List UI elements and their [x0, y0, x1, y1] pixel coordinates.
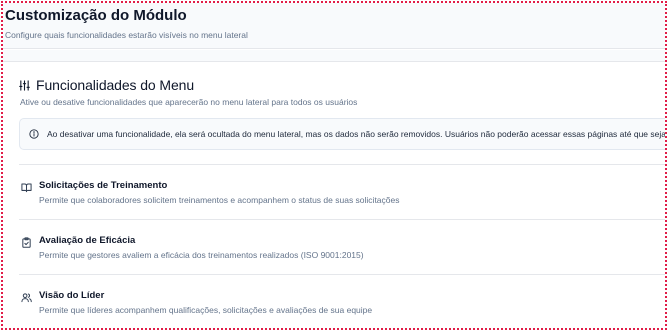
divider [19, 219, 665, 220]
page-header: Customização do Módulo Configure quais f… [3, 3, 665, 49]
divider [19, 164, 665, 165]
feature-description: Permite que colaboradores solicitem trei… [39, 195, 400, 205]
feature-description: Permite que gestores avaliem a eficácia … [39, 250, 364, 260]
section-header: Funcionalidades do Menu [19, 77, 194, 93]
feature-description: Permite que líderes acompanhem qualifica… [39, 305, 373, 315]
feature-item-effectiveness-evaluation[interactable]: Avaliação de Eficácia Permite que gestor… [19, 235, 659, 275]
clipboard-check-icon [22, 237, 31, 248]
sliders-icon [19, 79, 30, 91]
feature-title: Solicitações de Treinamento [39, 180, 168, 191]
section-description: Ative ou desative funcionalidades que ap… [20, 97, 358, 107]
alert-text: Ao desativar uma funcionalidade, ela ser… [47, 129, 667, 139]
feature-title: Visão do Líder [39, 290, 105, 301]
module-customization-panel: Customização do Módulo Configure quais f… [1, 1, 667, 330]
info-alert: Ao desativar uma funcionalidade, ela ser… [19, 118, 667, 150]
info-icon [29, 129, 39, 139]
users-icon [21, 293, 32, 303]
feature-item-leader-view[interactable]: Visão do Líder Permite que líderes acomp… [19, 290, 659, 328]
menu-features-card: Funcionalidades do Menu Ative ou desativ… [3, 63, 667, 328]
page-subtitle: Configure quais funcionalidades estarão … [5, 30, 248, 40]
header-band [3, 50, 665, 62]
feature-title: Avaliação de Eficácia [39, 235, 136, 246]
section-title: Funcionalidades do Menu [36, 77, 195, 93]
divider [19, 274, 665, 275]
page-title: Customização do Módulo [5, 7, 187, 24]
feature-item-training-requests[interactable]: Solicitações de Treinamento Permite que … [19, 180, 659, 220]
book-open-icon [21, 183, 32, 193]
